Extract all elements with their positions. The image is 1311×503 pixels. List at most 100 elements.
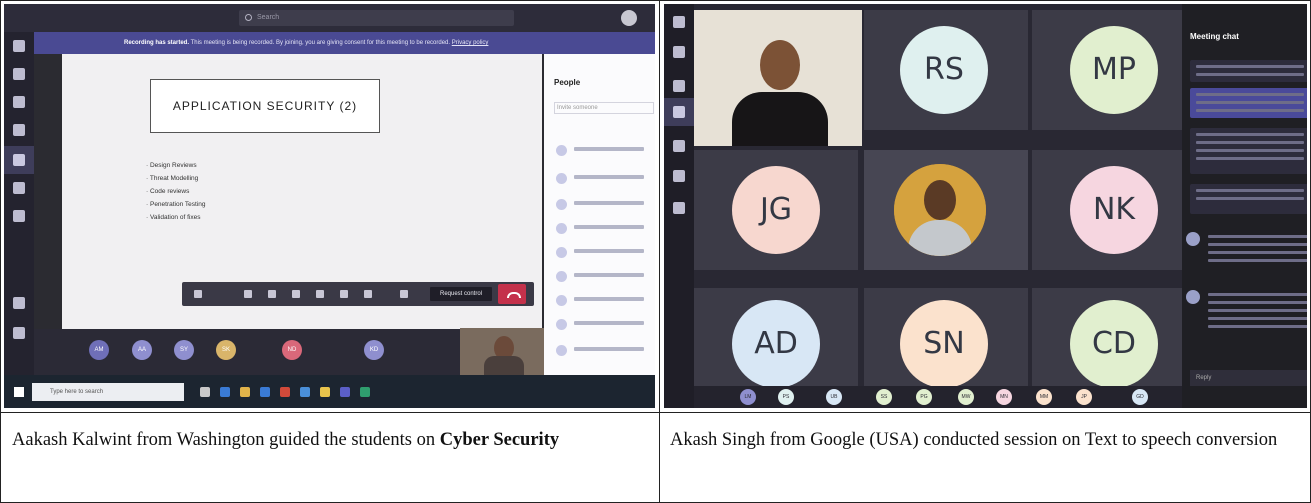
participant-avatar[interactable]: SK [216, 340, 236, 360]
calendar-icon[interactable] [4, 146, 34, 174]
clock-icon [194, 290, 202, 298]
calls-icon[interactable] [13, 182, 25, 194]
list-item[interactable] [556, 318, 652, 332]
participant-avatar[interactable]: JP [1076, 389, 1092, 405]
chat-icon[interactable] [673, 46, 685, 58]
participant-tile[interactable]: MP [1032, 10, 1196, 130]
activity-icon[interactable] [673, 16, 685, 28]
presenter-body [484, 356, 524, 375]
participant-tile[interactable]: RS [864, 10, 1028, 130]
participant-avatar[interactable]: LM [740, 389, 756, 405]
participant-photo [894, 164, 986, 256]
people-search-input[interactable]: Invite someone [554, 102, 654, 114]
participant-avatar[interactable]: MN [996, 389, 1012, 405]
calls-icon[interactable] [673, 140, 685, 152]
title-bar: Search [4, 4, 655, 32]
avatar [556, 173, 567, 184]
chat-message[interactable] [1190, 88, 1307, 118]
avatar[interactable] [621, 10, 637, 26]
participant-avatar[interactable]: KD [364, 340, 384, 360]
app-icon[interactable] [360, 387, 370, 397]
office-icon[interactable] [280, 387, 290, 397]
calendar-icon[interactable] [664, 98, 694, 126]
edge-icon[interactable] [220, 387, 230, 397]
participant-avatar[interactable]: PG [916, 389, 932, 405]
list-item[interactable] [556, 270, 652, 284]
participant-avatar[interactable]: AM [89, 340, 109, 360]
reply-input[interactable]: Reply [1190, 370, 1307, 386]
windows-start-icon[interactable] [14, 387, 24, 397]
teams-icon[interactable] [340, 387, 350, 397]
avatar [556, 271, 567, 282]
taskbar-search-input[interactable]: Type here to search [32, 383, 184, 401]
participant-avatar[interactable]: SY [174, 340, 194, 360]
message-line [1196, 65, 1304, 68]
message-line [1196, 93, 1304, 96]
search-input[interactable]: Search [239, 10, 514, 26]
participant-avatar[interactable]: GD [1132, 389, 1148, 405]
recording-notice: This meeting is being recorded. By joini… [190, 40, 451, 46]
participant-avatar[interactable]: ND [282, 340, 302, 360]
list-item[interactable] [556, 222, 652, 236]
files-icon[interactable] [673, 170, 685, 182]
chat-message [1190, 128, 1307, 174]
chat-icon[interactable] [13, 68, 25, 80]
message-line [1208, 251, 1307, 254]
left-caption: Aakash Kalwint from Washington guided th… [12, 429, 652, 451]
slide-bullet: Validation of fixes [146, 214, 206, 221]
apps-icon[interactable] [13, 297, 25, 309]
list-item[interactable] [556, 172, 652, 186]
participant-avatar[interactable]: PS [778, 389, 794, 405]
share-icon[interactable] [292, 290, 300, 298]
participant-face [924, 180, 956, 220]
activity-icon[interactable] [13, 40, 25, 52]
hang-up-button[interactable] [498, 284, 526, 304]
participant-avatar[interactable]: SS [876, 389, 892, 405]
list-item[interactable] [556, 344, 652, 358]
task-view-icon[interactable] [200, 387, 210, 397]
participant-tile[interactable]: NK [1032, 150, 1196, 270]
files-icon[interactable] [13, 210, 25, 222]
chrome-icon[interactable] [320, 387, 330, 397]
mail-icon[interactable] [300, 387, 310, 397]
request-control-button[interactable]: Request control [430, 287, 492, 301]
chat-message [1190, 184, 1307, 214]
message-line [1196, 109, 1304, 112]
explorer-icon[interactable] [240, 387, 250, 397]
message-line [1196, 157, 1304, 160]
person-name [574, 175, 644, 179]
assignments-icon[interactable] [13, 124, 25, 136]
store-icon[interactable] [260, 387, 270, 397]
list-item[interactable] [556, 246, 652, 260]
list-item[interactable] [556, 144, 652, 158]
raise-hand-icon[interactable] [340, 290, 348, 298]
apps-icon[interactable] [673, 202, 685, 214]
participants-icon[interactable] [400, 290, 408, 298]
participant-avatar[interactable]: UB [826, 389, 842, 405]
message-line [1208, 235, 1307, 238]
participant-avatar[interactable]: MM [1036, 389, 1052, 405]
person-name [574, 225, 644, 229]
camera-icon[interactable] [244, 290, 252, 298]
help-icon[interactable] [13, 327, 25, 339]
list-item[interactable] [556, 294, 652, 308]
teams-icon[interactable] [673, 80, 685, 92]
slide-bullet: Code reviews [146, 188, 206, 195]
people-panel: People Invite someone [544, 54, 655, 375]
privacy-policy-link[interactable]: Privacy policy [452, 40, 489, 46]
more-icon[interactable] [316, 290, 324, 298]
participant-avatar[interactable]: AA [132, 340, 152, 360]
mic-icon[interactable] [268, 290, 276, 298]
person-name [574, 147, 644, 151]
participant-tile[interactable]: JG [694, 150, 858, 270]
participant-avatar[interactable]: MW [958, 389, 974, 405]
row-divider [0, 412, 1311, 413]
message-line [1208, 301, 1307, 304]
list-item[interactable] [556, 198, 652, 212]
chat-icon[interactable] [364, 290, 372, 298]
message-line [1196, 189, 1304, 192]
participant-initials: RS [900, 26, 988, 114]
slide-bullet: Threat Modelling [146, 175, 206, 182]
teams-icon[interactable] [13, 96, 25, 108]
app-rail [664, 4, 694, 408]
